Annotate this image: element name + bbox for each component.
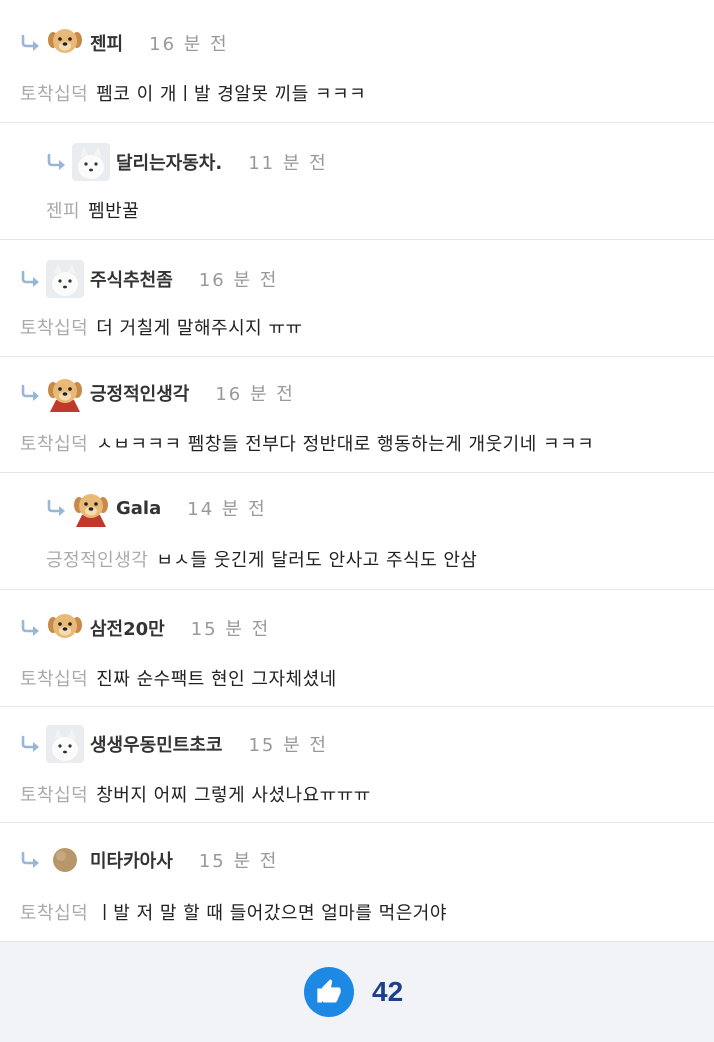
comment-mention[interactable]: 토착십덕 — [20, 318, 88, 339]
comment-body: 토착십덕 ㅣ발 저 말 할 때 들어갔으면 얼마를 먹은거야 — [20, 899, 447, 925]
comment-body: 토착십덕 창버지 어찌 그렇게 사셨나요ㅠㅠㅠ — [20, 781, 371, 807]
comment-header: 달리는자동차. 11 분 전 — [46, 143, 328, 181]
comment-time: 16 분 전 — [198, 270, 279, 291]
avatar[interactable] — [46, 374, 84, 412]
reply-arrow-icon — [20, 619, 42, 637]
comment-username[interactable]: 긍정적인생각 — [90, 380, 189, 406]
comment-text: 펨코 이 개ㅣ발 경알못 끼들 ㅋㅋㅋ — [96, 84, 367, 105]
comment-item: 긍정적인생각 16 분 전토착십덕 ㅅㅂㅋㅋㅋ 펨창들 전부다 정반대로 행동하는게… — [0, 357, 714, 473]
avatar[interactable] — [46, 24, 84, 62]
thumbs-up-icon — [317, 979, 341, 1003]
like-bar: 42 — [0, 942, 714, 1042]
comment-text: ㅂㅅ들 웃긴게 달러도 안사고 주식도 안삼 — [156, 550, 478, 571]
comment-time: 15 분 전 — [190, 619, 271, 640]
reply-arrow-icon — [20, 384, 42, 402]
comment-header: 젠피 16 분 전 — [20, 24, 229, 62]
comment-header: 생생우동민트초코 15 분 전 — [20, 725, 328, 763]
comment-text: ㅅㅂㅋㅋㅋ 펨창들 전부다 정반대로 행동하는게 개웃기네 ㅋㅋㅋ — [96, 434, 595, 455]
avatar[interactable] — [72, 143, 110, 181]
avatar[interactable] — [46, 260, 84, 298]
comment-header: 주식추천좀 16 분 전 — [20, 260, 278, 298]
reply-arrow-icon — [20, 270, 42, 288]
like-count: 42 — [372, 976, 404, 1007]
comment-time: 15 분 전 — [198, 851, 279, 872]
comment-mention[interactable]: 토착십덕 — [20, 84, 88, 105]
comment-body: 토착십덕 ㅅㅂㅋㅋㅋ 펨창들 전부다 정반대로 행동하는게 개웃기네 ㅋㅋㅋ — [20, 430, 594, 456]
comment-item: 젠피 16 분 전토착십덕 펨코 이 개ㅣ발 경알못 끼들 ㅋㅋㅋ — [0, 0, 714, 123]
reply-arrow-icon — [20, 851, 42, 869]
comment-mention[interactable]: 토착십덕 — [20, 669, 88, 690]
reply-arrow-icon — [20, 34, 42, 52]
comment-text: ㅣ발 저 말 할 때 들어갔으면 얼마를 먹은거야 — [96, 903, 447, 924]
comment-item: 생생우동민트초코 15 분 전토착십덕 창버지 어찌 그렇게 사셨나요ㅠㅠㅠ — [0, 707, 714, 823]
comment-item: 달리는자동차. 11 분 전젠피 펨반꿀 — [0, 123, 714, 240]
comment-username[interactable]: Gala — [116, 498, 161, 519]
comment-mention[interactable]: 토착십덕 — [20, 903, 88, 924]
comment-time: 16 분 전 — [215, 384, 295, 405]
comment-body: 긍정적인생각 ㅂㅅ들 웃긴게 달러도 안사고 주식도 안삼 — [46, 546, 478, 572]
avatar[interactable] — [46, 609, 84, 647]
comment-header: 미타카아사 15 분 전 — [20, 841, 278, 879]
comment-text: 진짜 순수팩트 현인 그자체셨네 — [96, 669, 337, 690]
comment-text: 더 거칠게 말해주시지 ㅠㅠ — [96, 318, 303, 339]
avatar[interactable] — [72, 489, 110, 527]
comment-mention[interactable]: 토착십덕 — [20, 785, 88, 806]
reply-arrow-icon — [20, 735, 42, 753]
comment-text: 창버지 어찌 그렇게 사셨나요ㅠㅠㅠ — [96, 785, 371, 806]
avatar[interactable] — [46, 725, 84, 763]
comment-item: Gala 14 분 전긍정적인생각 ㅂㅅ들 웃긴게 달러도 안사고 주식도 안삼 — [0, 473, 714, 590]
comment-text: 펨반꿀 — [88, 201, 140, 222]
comment-header: 긍정적인생각 16 분 전 — [20, 374, 295, 412]
comment-header: 삼전20만 15 분 전 — [20, 609, 270, 647]
comment-mention[interactable]: 젠피 — [46, 201, 80, 222]
comment-item: 삼전20만 15 분 전토착십덕 진짜 순수팩트 현인 그자체셨네 — [0, 590, 714, 707]
comment-username[interactable]: 주식추천좀 — [90, 266, 173, 292]
like-button[interactable] — [304, 967, 354, 1017]
comment-username[interactable]: 미타카아사 — [90, 847, 173, 873]
comment-username[interactable]: 달리는자동차. — [116, 149, 222, 175]
reply-arrow-icon — [46, 499, 68, 517]
comment-item: 주식추천좀 16 분 전토착십덕 더 거칠게 말해주시지 ㅠㅠ — [0, 240, 714, 357]
comment-body: 토착십덕 펨코 이 개ㅣ발 경알못 끼들 ㅋㅋㅋ — [20, 80, 366, 106]
comment-time: 14 분 전 — [187, 499, 267, 520]
comment-time: 16 분 전 — [149, 34, 229, 55]
comment-username[interactable]: 젠피 — [90, 30, 123, 56]
comment-body: 토착십덕 진짜 순수팩트 현인 그자체셨네 — [20, 665, 337, 691]
comment-time: 11 분 전 — [248, 153, 328, 174]
comment-mention[interactable]: 토착십덕 — [20, 434, 88, 455]
comment-body: 젠피 펨반꿀 — [46, 197, 139, 223]
comment-mention[interactable]: 긍정적인생각 — [46, 550, 148, 571]
comment-item: 미타카아사 15 분 전토착십덕 ㅣ발 저 말 할 때 들어갔으면 얼마를 먹은거야 — [0, 823, 714, 942]
comment-username[interactable]: 삼전20만 — [90, 615, 165, 641]
avatar[interactable] — [46, 841, 84, 879]
comment-username[interactable]: 생생우동민트초코 — [90, 731, 222, 757]
reply-arrow-icon — [46, 153, 68, 171]
comment-header: Gala 14 분 전 — [46, 489, 267, 527]
comment-body: 토착십덕 더 거칠게 말해주시지 ㅠㅠ — [20, 314, 303, 340]
comment-list: 젠피 16 분 전 토착십덕 펨코 이 개ㅣ발 경알못 끼들 ㅋㅋㅋ 달리는자동차. 11… — [0, 0, 714, 942]
comment-time: 15 분 전 — [248, 735, 328, 756]
